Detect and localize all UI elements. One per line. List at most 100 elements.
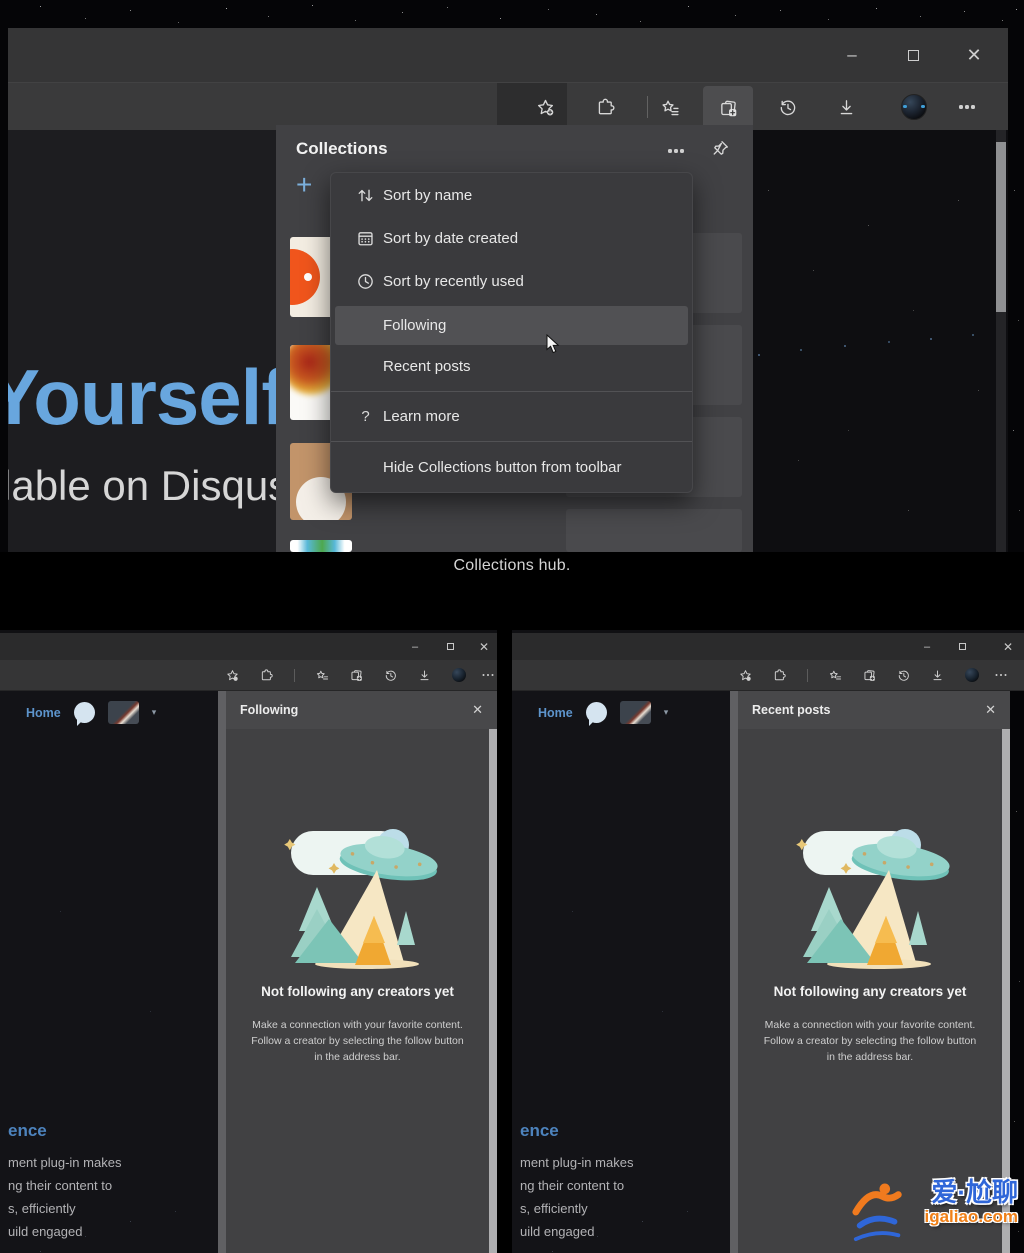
downloads-button[interactable] xyxy=(826,89,866,125)
more-options-icon[interactable] xyxy=(1000,674,1002,676)
title-bar: – ✕ xyxy=(512,633,1024,660)
hero-headline: Yourself xyxy=(8,352,276,443)
download-icon[interactable] xyxy=(931,669,944,682)
panel-header: Recent posts ✕ xyxy=(738,691,1010,729)
starfield xyxy=(1010,691,1011,692)
collections-more-button[interactable] xyxy=(664,141,688,161)
maximize-icon xyxy=(447,643,454,650)
pin-icon xyxy=(711,139,730,158)
chat-bubble-icon[interactable] xyxy=(586,702,607,723)
page-text-line: ment plug-in makes xyxy=(520,1151,633,1174)
history-icon xyxy=(778,98,797,117)
empty-state-line: Follow a creator by selecting the follow… xyxy=(226,1033,489,1049)
maximize-icon xyxy=(908,50,919,61)
empty-state-description: Make a connection with your favorite con… xyxy=(738,1017,1002,1065)
page-text-line: s, efficiently xyxy=(520,1197,633,1220)
star-plus-icon[interactable] xyxy=(226,669,239,682)
page-scrollbar[interactable] xyxy=(730,691,738,1253)
star-list-icon xyxy=(661,98,680,117)
panel-close-button[interactable]: ✕ xyxy=(985,702,996,718)
top-screenshot: – ✕ xyxy=(0,0,1024,552)
home-link[interactable]: Home xyxy=(538,706,573,720)
caret-down-icon[interactable]: ▾ xyxy=(152,707,157,718)
caret-down-icon[interactable]: ▾ xyxy=(664,707,669,718)
star-plus-icon[interactable] xyxy=(739,669,752,682)
watermark-name: 爱·尬聊 xyxy=(924,1177,1018,1207)
menu-item-sort-by-recent[interactable]: Sort by recently used xyxy=(331,260,692,303)
collections-icon[interactable] xyxy=(863,669,876,682)
minimize-button[interactable]: – xyxy=(915,633,939,660)
page-scrollbar[interactable] xyxy=(218,691,226,1253)
minimize-button[interactable]: – xyxy=(403,633,427,660)
collections-panel-title: Collections xyxy=(296,139,388,159)
browser-toolbar xyxy=(512,660,1024,691)
menu-item-recent-posts[interactable]: Recent posts xyxy=(331,345,692,388)
more-options-icon xyxy=(674,149,677,152)
menu-item-label: Following xyxy=(383,317,446,334)
minimize-button[interactable]: – xyxy=(831,28,873,82)
maximize-button[interactable] xyxy=(438,633,462,660)
mini-screenshot-following: – ✕ Home ▾ xyxy=(0,630,497,1253)
home-link[interactable]: Home xyxy=(26,706,61,720)
star-list-icon[interactable] xyxy=(829,669,842,682)
close-button[interactable]: ✕ xyxy=(953,28,995,82)
more-options-icon xyxy=(965,105,968,108)
collection-card[interactable] xyxy=(566,509,742,552)
collection-thumbnail[interactable] xyxy=(290,540,352,552)
more-options-icon[interactable] xyxy=(487,674,489,676)
empty-state-line: Follow a creator by selecting the follow… xyxy=(738,1033,1002,1049)
empty-state-title: Not following any creators yet xyxy=(226,984,489,999)
menu-item-label: Sort by name xyxy=(383,187,472,204)
star-list-icon[interactable] xyxy=(316,669,329,682)
browser-toolbar xyxy=(0,660,497,691)
following-panel: Following ✕ xyxy=(226,691,497,1253)
screenshot-stage: – ✕ xyxy=(0,0,1024,1253)
close-button[interactable]: ✕ xyxy=(472,633,496,660)
empty-state-title: Not following any creators yet xyxy=(738,984,1002,999)
avatar[interactable] xyxy=(965,668,979,682)
settings-more-button[interactable] xyxy=(947,89,987,125)
menu-separator xyxy=(331,441,692,442)
extensions-button[interactable] xyxy=(585,89,625,125)
page-image-thumbnail[interactable] xyxy=(108,701,139,724)
favorites-button[interactable] xyxy=(650,89,690,125)
history-icon[interactable] xyxy=(384,669,397,682)
page-scrollbar[interactable] xyxy=(996,130,1006,552)
menu-item-label: Hide Collections button from toolbar xyxy=(383,459,621,476)
mini-screenshot-recent-posts: – ✕ Home ▾ xyxy=(512,630,1024,1253)
chat-bubble-icon[interactable] xyxy=(74,702,95,723)
panel-scrollbar[interactable] xyxy=(489,729,497,1253)
scrollbar-thumb[interactable] xyxy=(996,142,1006,312)
starfield xyxy=(0,0,1,1)
maximize-button[interactable] xyxy=(950,633,974,660)
caption-bar: Collections hub. xyxy=(0,552,1024,630)
close-button[interactable]: ✕ xyxy=(996,633,1020,660)
empty-state-line: in the address bar. xyxy=(226,1049,489,1065)
history-button[interactable] xyxy=(767,89,807,125)
download-icon[interactable] xyxy=(418,669,431,682)
pin-panel-button[interactable] xyxy=(708,136,732,160)
menu-item-hide-collections[interactable]: Hide Collections button from toolbar xyxy=(331,445,692,489)
collections-icon[interactable] xyxy=(350,669,363,682)
add-favorite-button[interactable] xyxy=(525,89,565,125)
new-collection-button[interactable]: + xyxy=(296,171,312,199)
title-bar: – ✕ xyxy=(0,633,497,660)
browser-toolbar xyxy=(8,82,1008,130)
page-text-line: ng their content to xyxy=(520,1174,633,1197)
menu-item-sort-by-date[interactable]: Sort by date created xyxy=(331,217,692,260)
toolbar-divider xyxy=(647,96,648,118)
recent-posts-panel: Recent posts ✕ xyxy=(738,691,1010,1253)
history-icon[interactable] xyxy=(897,669,910,682)
puzzle-icon[interactable] xyxy=(773,669,786,682)
menu-item-sort-by-name[interactable]: Sort by name xyxy=(331,174,692,217)
avatar[interactable] xyxy=(452,668,466,682)
menu-item-learn-more[interactable]: ? Learn more xyxy=(331,395,692,438)
puzzle-icon[interactable] xyxy=(260,669,273,682)
profile-button[interactable] xyxy=(894,89,934,125)
panel-close-button[interactable]: ✕ xyxy=(472,702,483,718)
maximize-button[interactable] xyxy=(892,28,934,82)
webpage: Home ▾ ence ment plug-in makes ng their … xyxy=(0,691,218,1253)
watermark-text: 爱·尬聊 igaliao.com xyxy=(924,1177,1018,1227)
page-image-thumbnail[interactable] xyxy=(620,701,651,724)
menu-item-following[interactable]: Following xyxy=(335,306,688,345)
